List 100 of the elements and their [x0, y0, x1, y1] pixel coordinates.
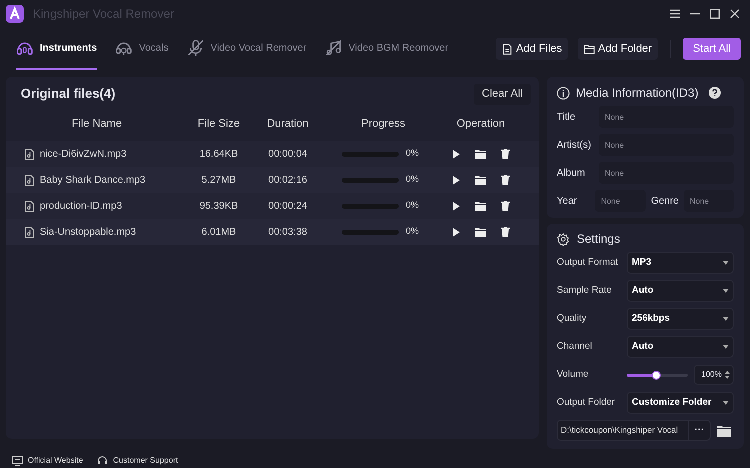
file-row[interactable]: Sia-Unstoppable.mp3 6.01MB 00:03:38 0% [6, 219, 539, 245]
text-field[interactable]: None [599, 134, 734, 156]
file-size: 95.39KB [200, 200, 238, 214]
mic-off-icon [186, 39, 205, 57]
info-icon [557, 86, 570, 100]
volume-spinbox[interactable]: 100% [694, 365, 734, 385]
field-label: Album [557, 166, 586, 180]
folder-icon[interactable] [474, 150, 486, 158]
column-header: File Name [72, 116, 122, 132]
duration: 00:00:24 [268, 200, 308, 214]
trash-icon[interactable] [500, 175, 510, 185]
file-icon [502, 44, 514, 54]
app-logo-icon [6, 5, 24, 23]
output-path-field[interactable]: D:\tickcoupon\Kingshiper Vocal ··· [557, 420, 711, 441]
section-title: Settings [577, 231, 620, 248]
folder-icon [584, 44, 596, 54]
clear-all-button[interactable]: Clear All [474, 84, 531, 104]
trash-icon[interactable] [500, 227, 510, 237]
field-label: Title [557, 110, 577, 124]
tab[interactable]: Video BGM Reomover [324, 28, 449, 70]
start-all-button[interactable]: Start All [683, 38, 741, 60]
file-name: nice-Di6ivZwN.mp3 [40, 148, 127, 162]
play-icon[interactable] [452, 202, 460, 210]
file-row[interactable]: production-ID.mp3 95.39KB 00:00:24 0% [6, 193, 539, 219]
duration: 00:03:38 [268, 226, 308, 240]
text-field[interactable]: None [599, 106, 734, 128]
file-row[interactable]: nice-Di6ivZwN.mp3 16.64KB 00:00:04 0% [6, 141, 539, 167]
section-title: Media Information(ID3) [576, 85, 699, 102]
settings-icon [557, 232, 570, 246]
field-label: Genre [651, 194, 679, 208]
stepper-icon [725, 371, 730, 379]
browse-button[interactable]: ··· [688, 421, 710, 440]
caret-icon [723, 261, 729, 265]
minimize-icon[interactable] [690, 13, 700, 15]
duration: 00:00:04 [268, 148, 308, 162]
field-label: Year [557, 194, 578, 208]
audio-file-icon [25, 148, 34, 160]
music-off-icon [324, 39, 343, 57]
column-header: File Size [198, 116, 240, 132]
play-icon[interactable] [452, 150, 460, 158]
folder-icon[interactable] [474, 202, 486, 210]
caret-icon [723, 289, 729, 293]
play-icon[interactable] [452, 228, 460, 236]
file-row[interactable]: Baby Shark Dance.mp3 5.27MB 00:02:16 0% [6, 167, 539, 193]
folder-icon[interactable] [474, 228, 486, 236]
panel-title: Original files(4) [21, 85, 116, 104]
dropdown[interactable]: MP3 [627, 252, 734, 274]
dropdown[interactable]: Auto [627, 280, 734, 302]
caret-icon [723, 401, 729, 405]
file-name: production-ID.mp3 [40, 200, 122, 214]
text-field[interactable]: None [595, 190, 646, 212]
progress-percent: 0% [406, 225, 420, 238]
column-header: Duration [267, 116, 309, 132]
play-icon[interactable] [452, 176, 460, 184]
monitor-icon [12, 456, 23, 466]
tab[interactable]: Vocals [115, 28, 169, 70]
progress-percent: 0% [406, 199, 420, 212]
progress-percent: 0% [406, 173, 420, 186]
trash-icon[interactable] [500, 149, 510, 159]
folder-icon[interactable] [717, 424, 731, 436]
support-link[interactable]: Customer Support [97, 455, 178, 467]
volume-slider[interactable] [627, 374, 688, 376]
file-name: Baby Shark Dance.mp3 [40, 174, 146, 188]
setting-label: Output Format [557, 256, 620, 270]
dropdown[interactable]: Auto [627, 336, 734, 358]
tab[interactable]: Instruments [16, 28, 98, 70]
headset-icon [97, 456, 108, 466]
setting-label: Channel [557, 340, 594, 354]
text-field[interactable]: None [599, 162, 734, 184]
folder-icon[interactable] [474, 176, 486, 184]
add-files-button[interactable]: Add Files [496, 38, 568, 60]
progress-percent: 0% [406, 147, 420, 160]
close-icon[interactable] [730, 9, 740, 19]
website-link[interactable]: Official Website [12, 455, 84, 467]
caret-icon [723, 345, 729, 349]
trash-icon[interactable] [500, 201, 510, 211]
file-name: Sia-Unstoppable.mp3 [40, 226, 136, 240]
setting-label: Volume [557, 368, 590, 382]
dropdown[interactable]: 256kbps [627, 308, 734, 330]
setting-label: Quality [557, 312, 588, 326]
file-size: 6.01MB [202, 226, 236, 240]
column-header: Progress [361, 116, 406, 132]
setting-label: Sample Rate [557, 284, 613, 298]
audio-file-icon [25, 226, 34, 238]
maximize-icon[interactable] [710, 9, 720, 19]
slider-thumb[interactable] [652, 370, 662, 380]
file-size: 16.64KB [200, 148, 238, 162]
setting-label: Output Folder [557, 396, 616, 410]
dropdown[interactable]: Customize Folder [627, 392, 734, 414]
audio-file-icon [25, 200, 34, 212]
tab[interactable]: Video Vocal Remover [186, 28, 307, 70]
file-size: 5.27MB [202, 174, 236, 188]
text-field[interactable]: None [684, 190, 734, 212]
add-folder-button[interactable]: Add Folder [578, 38, 658, 60]
menu-icon[interactable] [670, 9, 680, 19]
help-icon[interactable] [708, 87, 721, 99]
audio-file-icon [25, 174, 34, 186]
duration: 00:02:16 [268, 174, 308, 188]
caret-icon [723, 317, 729, 321]
field-label: Artist(s) [557, 138, 592, 152]
